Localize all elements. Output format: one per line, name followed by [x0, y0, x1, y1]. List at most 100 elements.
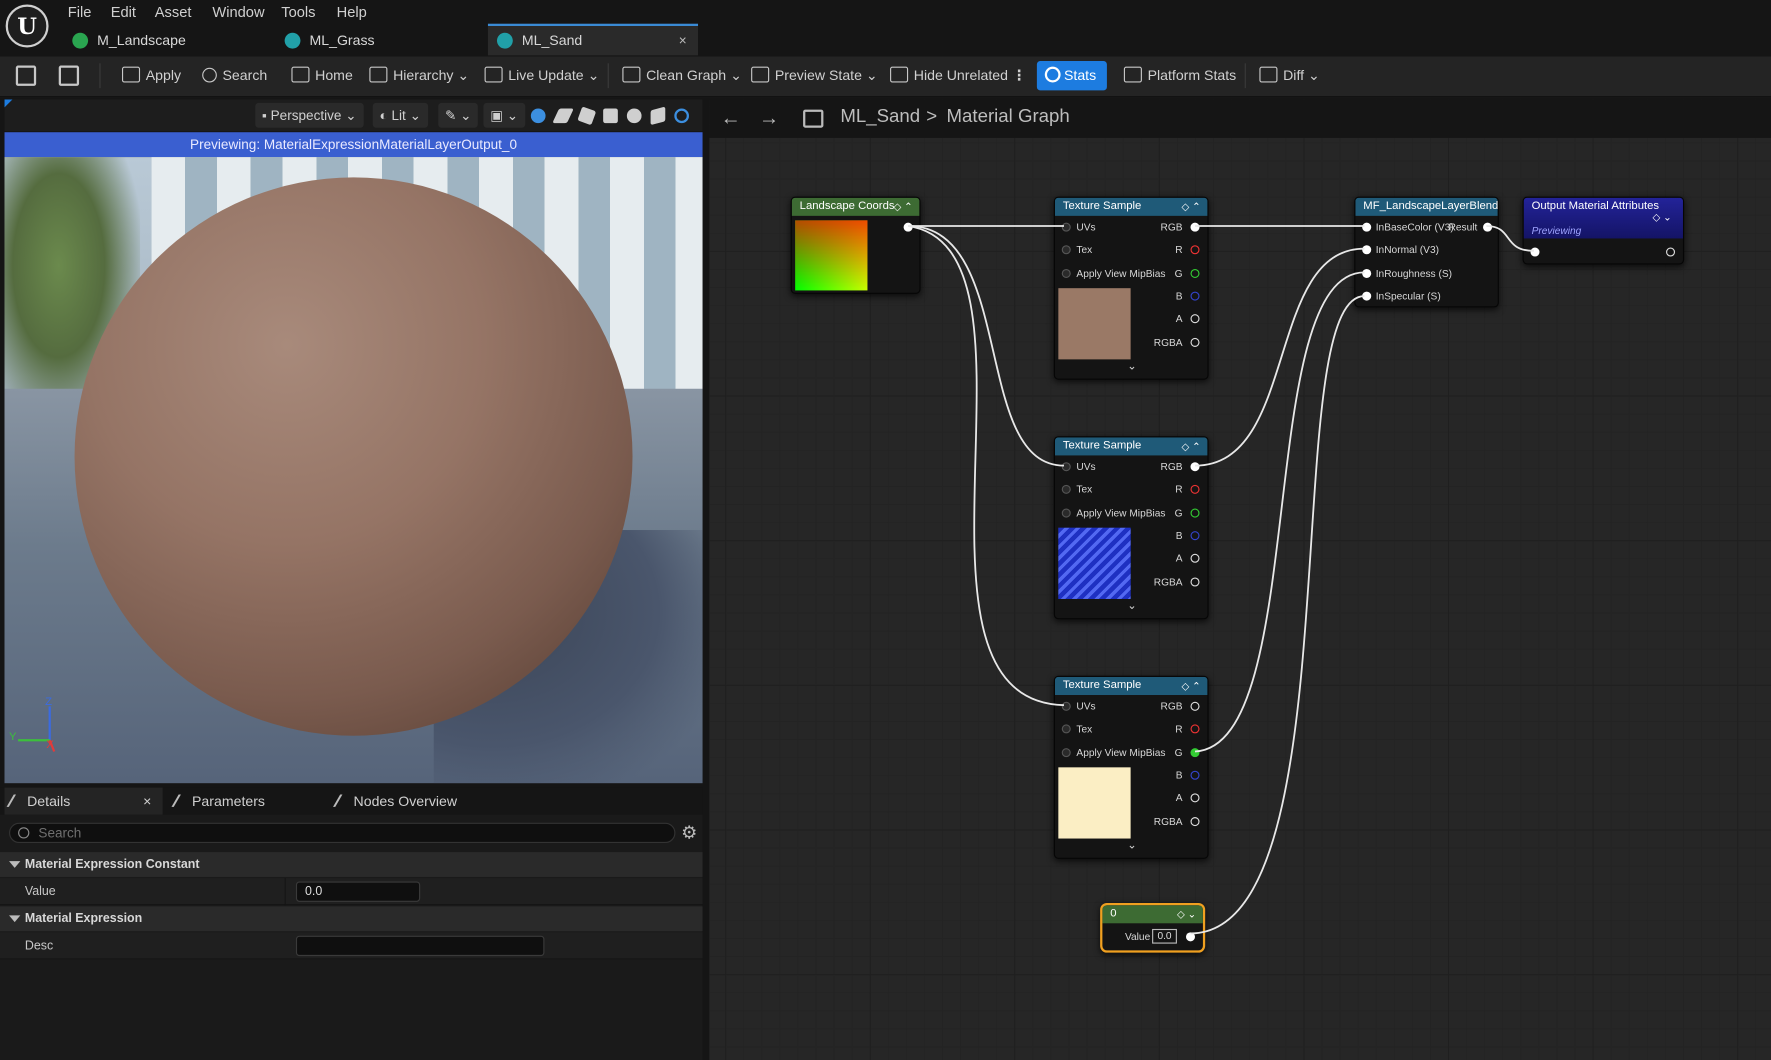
output-pin[interactable] [903, 222, 913, 232]
browse-icon[interactable] [58, 65, 80, 86]
input-pin[interactable] [1061, 724, 1071, 734]
diff-dropdown[interactable]: Diff ⌄ [1259, 57, 1320, 95]
platform-stats-button[interactable]: Platform Stats [1123, 57, 1236, 95]
node-landscape-coords[interactable]: Landscape Coords ◇ ⌃ [790, 196, 921, 294]
expand-icon[interactable]: ⌄ [1127, 840, 1136, 852]
output-pin[interactable] [1190, 770, 1200, 780]
breadcrumb-asset[interactable]: ML_Sand [840, 106, 920, 127]
collapse-icon[interactable]: ◇ ⌃ [1181, 437, 1200, 455]
collapse-icon[interactable]: ◇ ⌃ [893, 198, 912, 216]
category-material-expression[interactable]: Material Expression [0, 906, 703, 932]
value-field[interactable]: 0.0 [295, 881, 421, 902]
input-pin[interactable] [1362, 291, 1372, 301]
input-pin[interactable] [1530, 247, 1540, 257]
menu-edit[interactable]: Edit [111, 3, 136, 20]
menu-asset[interactable]: Asset [155, 3, 192, 20]
input-pin[interactable] [1061, 748, 1071, 758]
collapse-icon[interactable]: ◇ ⌃ [1181, 198, 1200, 216]
node-landscape-layer-blend[interactable]: MF_LandscapeLayerBlend InBaseColor (V3) … [1354, 196, 1499, 308]
collapse-icon[interactable]: ◇ ⌄ [1652, 211, 1671, 223]
output-pin[interactable] [1190, 268, 1200, 279]
tab-parameters[interactable]: Parameters [169, 788, 327, 815]
show-flags-dropdown[interactable]: ✎ ⌄ [438, 102, 479, 128]
output-pin[interactable] [1190, 484, 1200, 494]
node-output-material-attributes[interactable]: Output Material Attributes Previewing ◇ … [1522, 196, 1685, 265]
save-icon[interactable] [15, 65, 37, 86]
output-pin[interactable] [1190, 531, 1200, 541]
input-pin[interactable] [1362, 245, 1372, 255]
tab-ml-grass[interactable]: ML_Grass [276, 26, 479, 55]
menu-tools[interactable]: Tools [281, 3, 315, 20]
home-button[interactable]: Home [291, 57, 353, 95]
input-pin[interactable] [1061, 484, 1071, 494]
output-pin[interactable] [1666, 247, 1676, 257]
preview-state-dropdown[interactable]: Preview State ⌄ [751, 57, 878, 95]
expand-icon[interactable]: ⌄ [1127, 361, 1136, 373]
output-pin[interactable] [1190, 291, 1200, 301]
details-search-input[interactable]: Search [9, 822, 676, 844]
input-pin[interactable] [1061, 508, 1071, 518]
menu-help[interactable]: Help [337, 3, 367, 20]
stats-button[interactable]: Stats [1036, 61, 1107, 91]
output-pin[interactable] [1190, 701, 1200, 711]
output-pin[interactable] [1190, 245, 1200, 255]
preview-mesh-dropdown[interactable]: ▣ ⌄ [483, 102, 525, 128]
node-texture-sample-2[interactable]: Texture Sample ◇ ⌃ UVs Tex Apply View Mi… [1053, 436, 1209, 620]
tab-nodes-overview[interactable]: Nodes Overview [331, 788, 512, 815]
output-pin[interactable] [1483, 222, 1493, 232]
custom-mesh-icon[interactable] [626, 108, 642, 124]
output-pin[interactable] [1190, 817, 1200, 827]
input-pin[interactable] [1061, 701, 1071, 711]
output-pin[interactable] [1190, 577, 1200, 587]
output-pin[interactable] [1190, 508, 1200, 518]
lit-dropdown[interactable]: ◐ Lit ⌄ [372, 102, 428, 128]
output-pin[interactable] [1190, 337, 1200, 347]
more-options-icon[interactable]: ⋮ [1012, 57, 1026, 95]
menu-window[interactable]: Window [212, 3, 264, 20]
tab-m-landscape[interactable]: M_Landscape [63, 26, 266, 55]
tab-details[interactable]: Details × [4, 787, 163, 815]
unreal-logo-icon[interactable]: U [5, 4, 49, 48]
output-pin[interactable] [1190, 553, 1200, 563]
close-tab-icon[interactable]: × [679, 26, 687, 55]
search-button[interactable]: Search [202, 57, 267, 95]
collapse-icon[interactable]: ◇ ⌄ [1177, 905, 1196, 923]
output-pin[interactable] [1190, 724, 1200, 734]
hide-unrelated-button[interactable]: Hide Unrelated [890, 57, 1008, 95]
input-pin[interactable] [1061, 222, 1071, 232]
settings-gear-icon[interactable]: ⚙ [681, 822, 697, 845]
sphere-icon[interactable] [530, 108, 546, 124]
viewport-options-icon[interactable] [4, 99, 13, 108]
output-pin[interactable] [1190, 748, 1200, 758]
perspective-dropdown[interactable]: ▪ Perspective ⌄ [255, 102, 364, 128]
tab-ml-sand[interactable]: ML_Sand × [487, 23, 699, 56]
realtime-icon[interactable] [674, 108, 689, 124]
output-pin[interactable] [1190, 222, 1200, 232]
hierarchy-dropdown[interactable]: Hierarchy ⌄ [369, 57, 469, 95]
output-pin[interactable] [1190, 314, 1200, 324]
output-pin[interactable] [1190, 793, 1200, 803]
node-texture-sample-1[interactable]: Texture Sample ◇ ⌃ UVs Tex Apply View Mi… [1053, 196, 1209, 380]
constant-value-field[interactable]: 0.0 [1152, 928, 1177, 944]
expand-icon[interactable]: ⌄ [1127, 600, 1136, 612]
desc-field[interactable] [295, 935, 545, 957]
material-preview-viewport[interactable]: Z Y X [4, 157, 703, 784]
output-pin[interactable] [1190, 462, 1200, 472]
input-pin[interactable] [1362, 222, 1372, 232]
apply-button[interactable]: Apply [121, 57, 181, 95]
cube-icon[interactable] [603, 108, 618, 124]
input-pin[interactable] [1362, 268, 1372, 279]
input-pin[interactable] [1061, 462, 1071, 472]
output-pin[interactable] [1185, 932, 1196, 942]
input-pin[interactable] [1061, 245, 1071, 255]
node-constant[interactable]: 0 ◇ ⌄ Value 0.0 [1100, 902, 1206, 953]
clean-graph-dropdown[interactable]: Clean Graph ⌄ [622, 57, 742, 95]
category-material-expression-constant[interactable]: Material Expression Constant [0, 852, 703, 877]
collapse-icon[interactable]: ◇ ⌃ [1181, 677, 1200, 695]
input-pin[interactable] [1061, 268, 1071, 279]
back-arrow-icon[interactable]: ← [721, 106, 741, 130]
close-icon[interactable]: × [143, 788, 151, 815]
node-texture-sample-3[interactable]: Texture Sample ◇ ⌃ UVs Tex Apply View Mi… [1053, 675, 1209, 859]
menu-file[interactable]: File [68, 3, 92, 20]
live-update-dropdown[interactable]: Live Update ⌄ [484, 57, 599, 95]
